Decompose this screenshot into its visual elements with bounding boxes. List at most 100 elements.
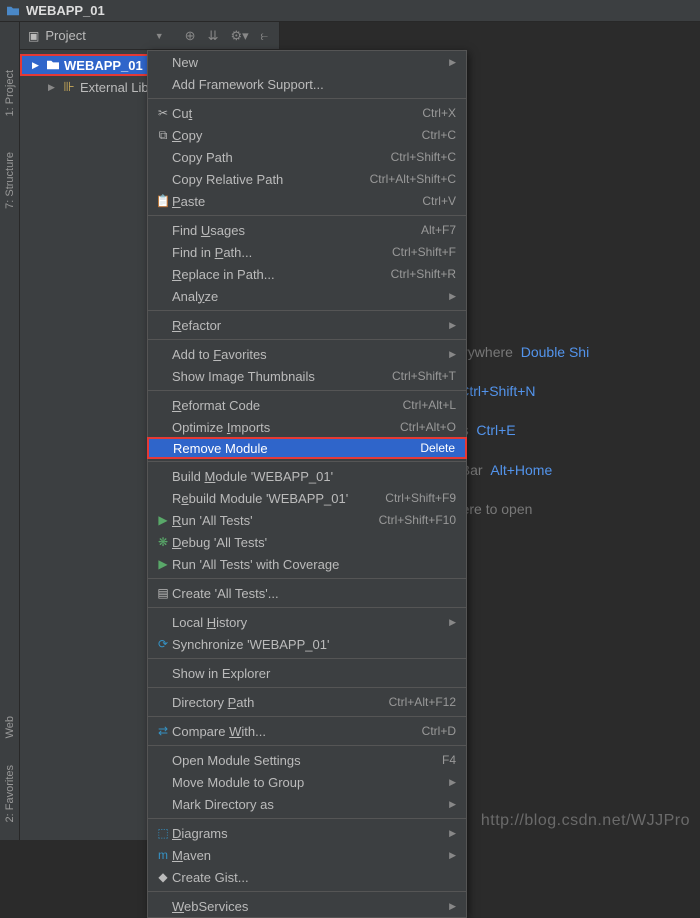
locate-icon[interactable]: ⊕ (182, 28, 199, 44)
menu-item[interactable]: Add Framework Support... (148, 73, 466, 95)
menu-item[interactable]: ⟳Synchronize 'WEBAPP_01' (148, 633, 466, 655)
menu-shortcut: Ctrl+Shift+F (392, 245, 456, 259)
menu-item[interactable]: Show Image ThumbnailsCtrl+Shift+T (148, 365, 466, 387)
menu-item-icon: m (154, 848, 172, 862)
menu-separator (148, 578, 466, 579)
menu-item-label: Add Framework Support... (172, 77, 456, 92)
project-name: WEBAPP_01 (26, 3, 105, 18)
menu-item[interactable]: ◆Create Gist... (148, 866, 466, 888)
menu-item[interactable]: Find UsagesAlt+F7 (148, 219, 466, 241)
menu-item[interactable]: Replace in Path...Ctrl+Shift+R (148, 263, 466, 285)
menu-item[interactable]: Copy Relative PathCtrl+Alt+Shift+C (148, 168, 466, 190)
menu-item-label: Maven (172, 848, 443, 863)
menu-shortcut: Ctrl+Shift+C (391, 150, 456, 164)
menu-item-label: Reformat Code (172, 398, 403, 413)
panel-title[interactable]: Project (45, 28, 148, 43)
menu-item[interactable]: Remove ModuleDelete (147, 437, 467, 459)
tab-web[interactable]: Web (2, 708, 18, 746)
menu-separator (148, 339, 466, 340)
menu-item-icon: ✂ (154, 106, 172, 120)
menu-separator (148, 891, 466, 892)
expand-arrow-icon[interactable]: ▶ (48, 82, 58, 93)
menu-item[interactable]: Optimize ImportsCtrl+Alt+O (148, 416, 466, 438)
menu-item[interactable]: Move Module to Group▶ (148, 771, 466, 793)
menu-item[interactable]: Open Module SettingsF4 (148, 749, 466, 771)
menu-item-label: Show Image Thumbnails (172, 369, 392, 384)
menu-separator (148, 98, 466, 99)
menu-item-label: New (172, 55, 443, 70)
menu-item[interactable]: Refactor ▶ (148, 314, 466, 336)
tab-structure[interactable]: 7: Structure (2, 144, 18, 217)
menu-item-label: Synchronize 'WEBAPP_01' (172, 637, 456, 652)
submenu-arrow-icon: ▶ (449, 828, 456, 839)
menu-item[interactable]: Reformat CodeCtrl+Alt+L (148, 394, 466, 416)
menu-item[interactable]: ▶Run 'All Tests' with Coverage (148, 553, 466, 575)
menu-item[interactable]: Local History▶ (148, 611, 466, 633)
expand-arrow-icon[interactable]: ▶ (32, 60, 42, 71)
tab-favorites[interactable]: 2: Favorites (2, 757, 18, 830)
menu-item[interactable]: Add to Favorites▶ (148, 343, 466, 365)
menu-item-label: Add to Favorites (172, 347, 443, 362)
menu-item[interactable]: ▤Create 'All Tests'... (148, 582, 466, 604)
menu-item-icon: 📋 (154, 194, 172, 208)
chevron-down-icon[interactable]: ▼ (155, 31, 164, 41)
gear-icon[interactable]: ⚙▾ (227, 28, 251, 44)
breadcrumb-bar: WEBAPP_01 (0, 0, 700, 22)
menu-shortcut: Ctrl+Alt+L (403, 398, 456, 412)
module-folder-icon (46, 59, 60, 71)
menu-shortcut: Ctrl+Shift+T (392, 369, 456, 383)
menu-item-label: Create 'All Tests'... (172, 586, 456, 601)
menu-item[interactable]: ⇄Compare With...Ctrl+D (148, 720, 466, 742)
menu-item-icon: ⟳ (154, 637, 172, 651)
menu-separator (148, 310, 466, 311)
tool-window-tabs: 1: Project 7: Structure Web 2: Favorites (0, 22, 20, 840)
menu-item-label: Move Module to Group (172, 775, 443, 790)
menu-shortcut: Ctrl+Alt+Shift+C (370, 172, 456, 186)
collapse-icon[interactable]: ⇊ (205, 28, 222, 44)
hide-icon[interactable]: ⥼ (258, 28, 271, 44)
menu-item-label: Debug 'All Tests' (172, 535, 456, 550)
menu-separator (148, 818, 466, 819)
submenu-arrow-icon: ▶ (449, 320, 456, 331)
menu-item[interactable]: Copy PathCtrl+Shift+C (148, 146, 466, 168)
menu-item[interactable]: ❋Debug 'All Tests' (148, 531, 466, 553)
menu-item-label: Build Module 'WEBAPP_01' (172, 469, 456, 484)
menu-item[interactable]: ✂CutCtrl+X (148, 102, 466, 124)
menu-separator (148, 607, 466, 608)
menu-shortcut: Delete (420, 441, 455, 455)
menu-item[interactable]: Build Module 'WEBAPP_01' (148, 465, 466, 487)
menu-item[interactable]: ⬚Diagrams▶ (148, 822, 466, 844)
menu-item[interactable]: Rebuild Module 'WEBAPP_01'Ctrl+Shift+F9 (148, 487, 466, 509)
menu-item[interactable]: 📋PasteCtrl+V (148, 190, 466, 212)
tab-project[interactable]: 1: Project (2, 62, 18, 124)
menu-item[interactable]: Show in Explorer (148, 662, 466, 684)
submenu-arrow-icon: ▶ (449, 799, 456, 810)
menu-shortcut: Ctrl+C (422, 128, 456, 142)
menu-item-label: Cut (172, 106, 422, 121)
submenu-arrow-icon: ▶ (449, 617, 456, 628)
menu-item-label: Show in Explorer (172, 666, 456, 681)
menu-item-label: Run 'All Tests' with Coverage (172, 557, 456, 572)
submenu-arrow-icon: ▶ (449, 901, 456, 912)
menu-item[interactable]: ⧉CopyCtrl+C (148, 124, 466, 146)
menu-shortcut: F4 (442, 753, 456, 767)
project-view-icon: ▣ (28, 29, 39, 43)
menu-item[interactable]: Mark Directory as▶ (148, 793, 466, 815)
menu-separator (148, 215, 466, 216)
menu-separator (148, 658, 466, 659)
menu-item[interactable]: Directory PathCtrl+Alt+F12 (148, 691, 466, 713)
menu-item[interactable]: Analyze▶ (148, 285, 466, 307)
menu-item[interactable]: mMaven▶ (148, 844, 466, 866)
menu-separator (148, 390, 466, 391)
shortcut-hint: Ctrl+Shift+N (459, 383, 535, 399)
menu-item-icon: ⧉ (154, 128, 172, 143)
menu-item[interactable]: Find in Path...Ctrl+Shift+F (148, 241, 466, 263)
menu-item[interactable]: WebServices▶ (148, 895, 466, 917)
menu-separator (148, 687, 466, 688)
menu-item-label: Directory Path (172, 695, 389, 710)
menu-item[interactable]: ▶Run 'All Tests'Ctrl+Shift+F10 (148, 509, 466, 531)
menu-item[interactable]: New▶ (148, 51, 466, 73)
menu-shortcut: Ctrl+X (422, 106, 456, 120)
menu-shortcut: Ctrl+Alt+F12 (389, 695, 456, 709)
menu-item-label: Refactor (172, 318, 443, 333)
